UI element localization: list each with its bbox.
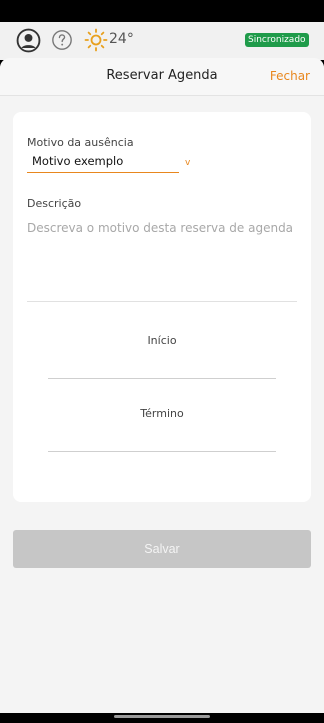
status-bar (0, 0, 324, 22)
end-date-label: Término (140, 407, 184, 420)
reservation-form-card: Motivo da ausência Motivo exemplo v Desc… (13, 112, 311, 502)
sheet-header: Reservar Agenda Fechar (0, 58, 324, 96)
app-top-bar: 24° Sincronizado (0, 22, 324, 60)
reason-select-value: Motivo exemplo (32, 154, 124, 168)
reserve-agenda-sheet: Reservar Agenda Fechar Motivo da ausênci… (0, 58, 324, 713)
sun-icon (84, 28, 108, 52)
user-circle-icon[interactable] (16, 28, 41, 53)
reason-select[interactable]: Motivo exemplo (27, 154, 179, 173)
home-indicator[interactable] (114, 715, 210, 718)
start-date-field[interactable]: Início (48, 334, 276, 379)
end-date-field[interactable]: Término (48, 407, 276, 452)
reason-label: Motivo da ausência (27, 136, 134, 149)
temperature-label: 24° (109, 31, 134, 47)
chevron-down-icon[interactable]: v (185, 158, 190, 168)
save-button[interactable]: Salvar (13, 530, 311, 568)
description-field[interactable]: Descreva o motivo desta reserva de agend… (27, 220, 297, 302)
sync-status-badge: Sincronizado (245, 33, 309, 47)
help-circle-icon[interactable] (51, 29, 73, 51)
description-label: Descrição (27, 197, 82, 210)
start-date-label: Início (147, 334, 177, 347)
close-button[interactable]: Fechar (270, 69, 310, 83)
